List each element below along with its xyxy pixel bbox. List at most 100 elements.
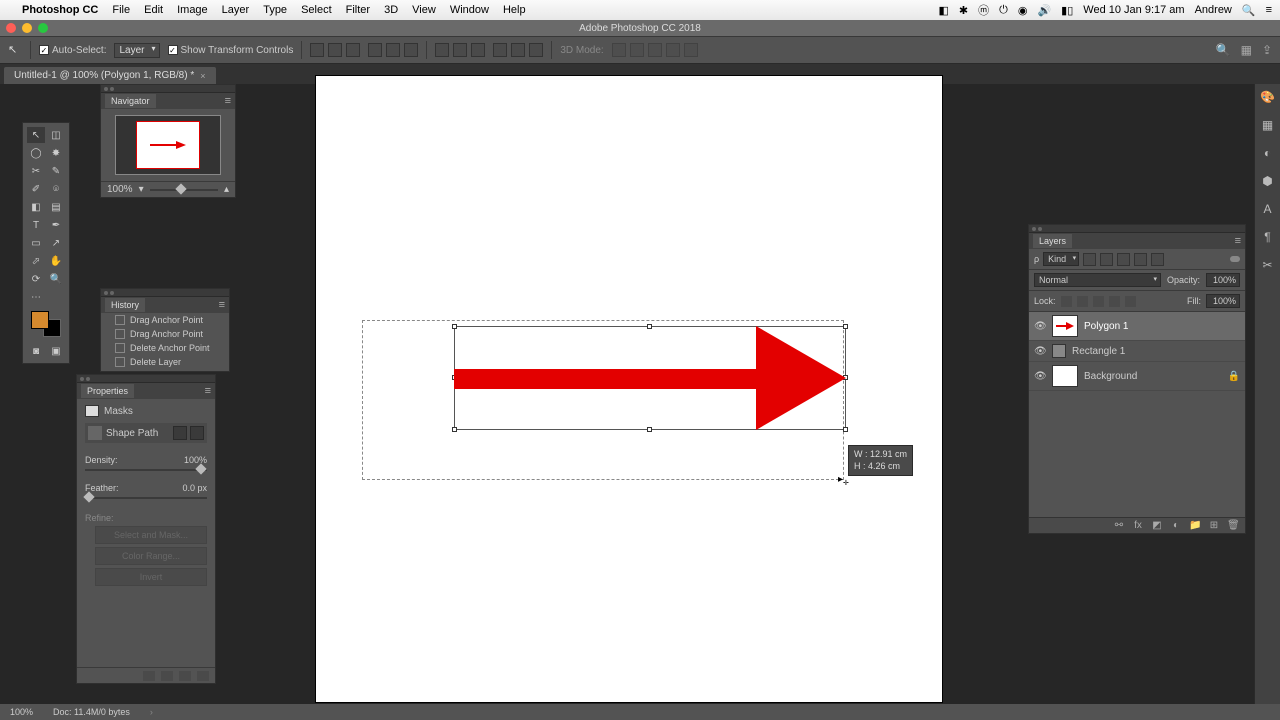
status-chevron-icon[interactable]: ›: [150, 707, 153, 717]
properties-tab[interactable]: Properties: [81, 384, 134, 398]
zoom-tool[interactable]: 🔍: [47, 271, 65, 287]
filter-adjust-icon[interactable]: [1100, 253, 1113, 266]
mask-btn-icon[interactable]: [173, 426, 187, 440]
auto-select-checkbox[interactable]: ✓Auto-Select:: [39, 45, 106, 56]
visibility-toggle[interactable]: 👁: [1034, 371, 1046, 382]
menu-filter[interactable]: Filter: [346, 4, 370, 16]
panel-footer-icon[interactable]: [161, 671, 173, 681]
workspace-icon[interactable]: ▦: [1241, 43, 1252, 57]
lasso-tool[interactable]: ◯: [27, 145, 45, 161]
layers-tab[interactable]: Layers: [1033, 234, 1072, 248]
zoom-value[interactable]: 100%: [107, 184, 133, 195]
layer-thumb[interactable]: [1052, 315, 1078, 337]
lock-transparency-icon[interactable]: [1061, 296, 1072, 307]
paragraph-panel-icon[interactable]: ¶: [1264, 230, 1270, 244]
filter-pixel-icon[interactable]: [1083, 253, 1096, 266]
quick-select-tool[interactable]: ✸: [47, 145, 65, 161]
status-icon[interactable]: ◧: [939, 4, 949, 17]
fill-input[interactable]: 100%: [1206, 294, 1240, 308]
panel-footer-icon[interactable]: [143, 671, 155, 681]
menu-3d[interactable]: 3D: [384, 4, 398, 16]
navigator-tab[interactable]: Navigator: [105, 94, 156, 108]
visibility-toggle[interactable]: 👁: [1034, 321, 1046, 332]
mask-btn-icon[interactable]: [190, 426, 204, 440]
user-menu[interactable]: Andrew: [1195, 4, 1232, 16]
status-icon[interactable]: ✱: [959, 4, 968, 17]
styles-panel-icon[interactable]: ⬢: [1262, 174, 1272, 188]
gradient-tool[interactable]: ▤: [47, 199, 65, 215]
arrow-shape[interactable]: [454, 369, 758, 389]
artboard-tool[interactable]: ◫: [47, 127, 65, 143]
layer-name[interactable]: Background: [1084, 371, 1137, 382]
screen-mode[interactable]: ▣: [47, 343, 65, 359]
app-menu[interactable]: Photoshop CC: [22, 4, 98, 16]
lock-position-icon[interactable]: [1093, 296, 1104, 307]
notifications-icon[interactable]: ≡: [1266, 4, 1272, 16]
hand-tool[interactable]: ✋: [47, 253, 65, 269]
filter-type-icon[interactable]: [1117, 253, 1130, 266]
menu-select[interactable]: Select: [301, 4, 332, 16]
shape-tool[interactable]: ▭: [27, 235, 45, 251]
adjustments-panel-icon[interactable]: ◐: [1264, 146, 1271, 160]
filter-shape-icon[interactable]: [1134, 253, 1147, 266]
lock-all-icon[interactable]: [1125, 296, 1136, 307]
density-value[interactable]: 100%: [184, 455, 207, 465]
clock[interactable]: Wed 10 Jan 9:17 am: [1083, 4, 1184, 16]
window-zoom[interactable]: [38, 23, 48, 33]
layer-row[interactable]: 👁 Background 🔒: [1029, 362, 1245, 391]
layer-thumb[interactable]: [1052, 365, 1078, 387]
blend-mode-select[interactable]: Normal: [1034, 273, 1161, 287]
menu-view[interactable]: View: [412, 4, 436, 16]
character-panel-icon[interactable]: A: [1263, 202, 1271, 216]
distribute-buttons-v[interactable]: [493, 43, 543, 57]
menu-window[interactable]: Window: [450, 4, 489, 16]
zoom-slider[interactable]: [150, 189, 218, 191]
move-tool[interactable]: ↖: [27, 127, 45, 143]
align-buttons-v[interactable]: [368, 43, 418, 57]
lock-pixels-icon[interactable]: [1077, 296, 1088, 307]
foreground-color[interactable]: [31, 311, 49, 329]
brush-tool[interactable]: ✐: [27, 181, 45, 197]
clone-tool[interactable]: ⌾: [47, 181, 65, 197]
share-icon[interactable]: ⇪: [1262, 43, 1272, 57]
quick-mask[interactable]: ◙: [27, 343, 45, 359]
status-icon[interactable]: ⓜ: [978, 2, 989, 18]
rotate-tool[interactable]: ⟳: [27, 271, 45, 287]
history-item[interactable]: Drag Anchor Point: [101, 327, 229, 341]
type-tool[interactable]: T: [27, 217, 45, 233]
document-tab[interactable]: Untitled-1 @ 100% (Polygon 1, RGB/8) *×: [4, 67, 216, 84]
edit-toolbar[interactable]: ⋯: [27, 289, 45, 305]
align-buttons[interactable]: [310, 43, 360, 57]
wifi-icon[interactable]: ◉: [1018, 4, 1028, 17]
volume-icon[interactable]: 🔊: [1037, 4, 1051, 17]
close-tab-icon[interactable]: ×: [200, 71, 205, 81]
history-item[interactable]: Delete Anchor Point: [101, 341, 229, 355]
navigator-thumbnail[interactable]: [115, 115, 221, 175]
layer-row[interactable]: 👁 Rectangle 1: [1029, 341, 1245, 362]
move-tool-icon[interactable]: [8, 43, 22, 57]
panel-menu-icon[interactable]: ≡: [205, 385, 211, 397]
window-close[interactable]: [6, 23, 16, 33]
spotlight-icon[interactable]: 🔍: [1242, 4, 1256, 17]
distribute-buttons[interactable]: [435, 43, 485, 57]
canvas[interactable]: W : 12.91 cm H : 4.26 cm ▸✛: [316, 76, 942, 702]
opacity-input[interactable]: 100%: [1206, 273, 1240, 287]
panel-footer-icon[interactable]: [179, 671, 191, 681]
trash-icon[interactable]: [197, 671, 209, 681]
layer-filter-kind[interactable]: Kind: [1043, 252, 1079, 266]
menu-file[interactable]: File: [112, 4, 130, 16]
status-zoom[interactable]: 100%: [10, 707, 33, 717]
pen-tool[interactable]: ✒: [47, 217, 65, 233]
lock-artboard-icon[interactable]: [1109, 296, 1120, 307]
crop-tool[interactable]: ✂: [27, 163, 45, 179]
layer-thumb[interactable]: [1052, 344, 1066, 358]
group-icon[interactable]: 📁: [1189, 520, 1201, 532]
menu-help[interactable]: Help: [503, 4, 526, 16]
zoom-in-icon[interactable]: ▴: [224, 184, 229, 195]
search-icon[interactable]: 🔍: [1216, 43, 1231, 57]
battery-icon[interactable]: ▮▯: [1061, 4, 1073, 17]
mask-icon[interactable]: ◩: [1151, 520, 1163, 532]
eraser-tool[interactable]: ◧: [27, 199, 45, 215]
adjustment-icon[interactable]: ◐: [1170, 520, 1182, 532]
history-item[interactable]: Drag Anchor Point: [101, 313, 229, 327]
